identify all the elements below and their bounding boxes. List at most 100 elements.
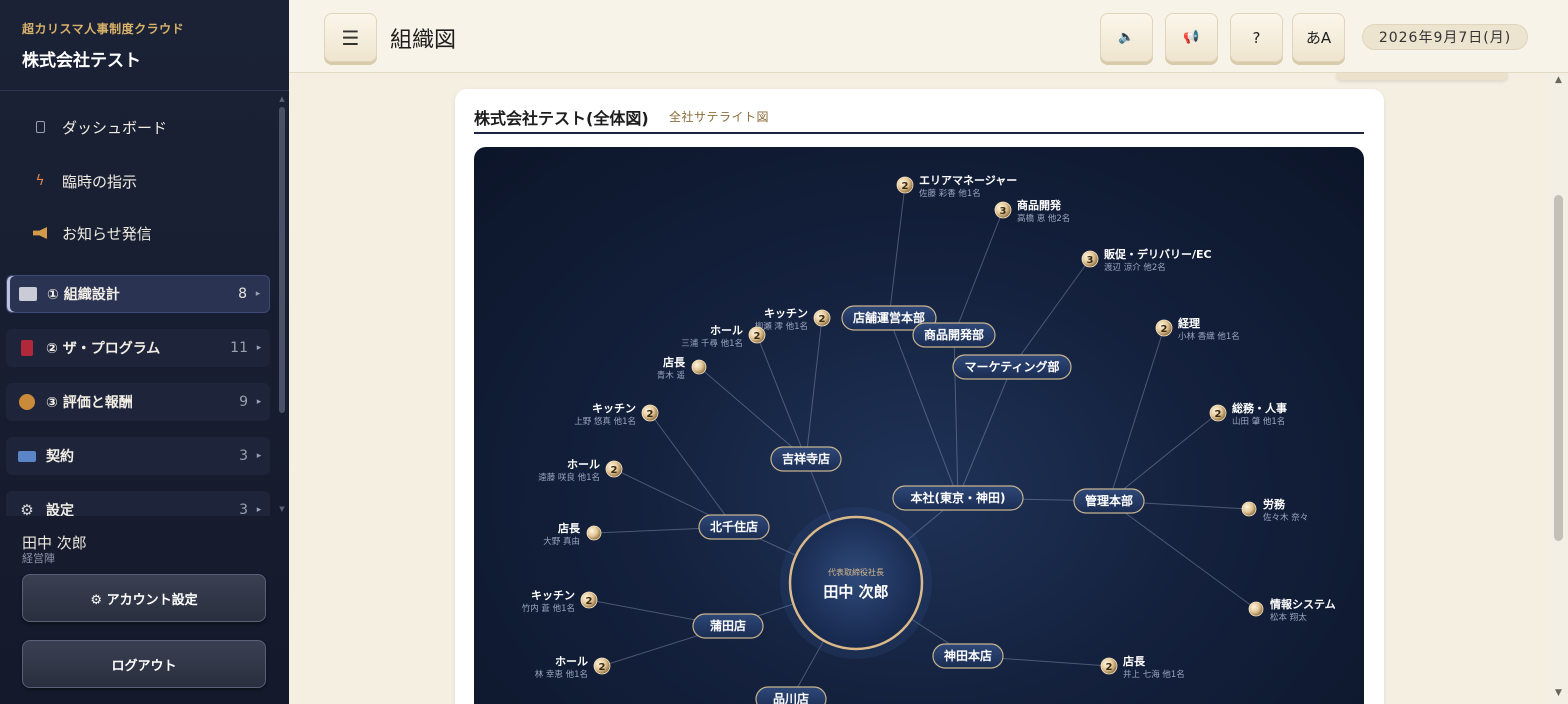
leaf-node[interactable]: 2 ホール三浦 千尋 他1名: [681, 324, 766, 349]
ceo-name: 田中 次郎: [823, 583, 888, 601]
hub-label: 蒲田店: [710, 618, 746, 633]
leaf-title: キッチン: [764, 307, 808, 320]
section-settings[interactable]: ⚙ 設定 3 ▸: [6, 491, 270, 516]
leaf-members: 林 幸恵 他1名: [535, 669, 588, 680]
leaf-members: 松本 翔太: [1270, 612, 1307, 623]
megaphone-icon: [24, 227, 56, 239]
sidebar: 超カリスマ人事制度クラウド 株式会社テスト ダッシュボード ϟ 臨時の指示 お知…: [0, 0, 289, 704]
main-scrollbar[interactable]: ▲ ▼: [1549, 73, 1568, 704]
nav-item-label: お知らせ発信: [62, 224, 152, 243]
logout-button[interactable]: ログアウト: [22, 640, 266, 688]
member-count: 2: [611, 465, 618, 476]
hub-kanda[interactable]: 神田本店: [932, 643, 1004, 669]
nav-item-dashboard[interactable]: ダッシュボード: [22, 112, 167, 142]
sound-button[interactable]: 🔈: [1100, 13, 1153, 62]
compass-icon: [19, 394, 35, 410]
scroll-up-arrow[interactable]: ▲: [278, 95, 286, 103]
nav-item-announcements[interactable]: お知らせ発信: [22, 218, 152, 248]
section-count: 9: [239, 394, 248, 410]
sidebar-scroll-thumb[interactable]: [279, 107, 285, 413]
hub-kichijoji[interactable]: 吉祥寺店: [770, 446, 842, 472]
page-title: 組織図: [390, 28, 457, 53]
leaf-node[interactable]: 店長大野 真由: [543, 521, 602, 547]
leaf-title: ホール: [555, 655, 588, 668]
connector-line: [756, 334, 807, 460]
menu-button[interactable]: ☰: [324, 13, 377, 62]
chevron-right-icon: ▸: [256, 343, 262, 353]
section-evaluation[interactable]: ③ 評価と報酬 9 ▸: [6, 383, 270, 421]
leaf-node[interactable]: 2 ホール遠藤 咲良 他1名: [538, 458, 623, 483]
leaf-node[interactable]: 2 キッチン上野 悠真 他1名: [574, 402, 659, 427]
leaf-title: ホール: [710, 324, 743, 337]
sidebar-scrollbar[interactable]: ▲ ▼: [278, 95, 286, 513]
section-label: ③ 評価と報酬: [46, 395, 133, 411]
section-label: 契約: [46, 449, 74, 465]
font-size-button[interactable]: あA: [1292, 13, 1345, 62]
building-icon: [24, 121, 56, 133]
hub-kitasenju[interactable]: 北千住店: [698, 514, 770, 540]
section-label: ① 組織設計: [47, 287, 120, 303]
member-count-ball: [1241, 501, 1257, 517]
section-contracts[interactable]: 契約 3 ▸: [6, 437, 270, 475]
hub-kamata[interactable]: 蒲田店: [692, 613, 764, 639]
section-label: 設定: [46, 503, 74, 516]
connector-line: [805, 317, 823, 460]
hub-label: 商品開発部: [924, 327, 984, 342]
leaf-node[interactable]: 店長青木 遥: [657, 355, 707, 381]
hub-honsha[interactable]: 本社(東京・神田): [892, 485, 1024, 511]
leaf-node[interactable]: 2 経理小林 香織 他1名: [1155, 316, 1240, 342]
leaf-title: キッチン: [592, 402, 636, 415]
scroll-down-arrow[interactable]: ▼: [1553, 688, 1564, 698]
brand: 超カリスマ人事制度クラウド 株式会社テスト: [0, 0, 289, 91]
account-settings-button[interactable]: ⚙ アカウント設定: [22, 574, 266, 622]
hub-label: 北千住店: [710, 519, 758, 534]
leaf-node[interactable]: 情報システム松本 翔太: [1248, 597, 1336, 623]
leaf-node[interactable]: 2 店長井上 七海 他1名: [1100, 654, 1185, 680]
leaf-node[interactable]: 3 商品開発高橋 恵 他2名: [994, 198, 1070, 224]
connector-line: [698, 366, 807, 460]
hub-kanri[interactable]: 管理本部: [1073, 488, 1145, 514]
main-scroll-thumb[interactable]: [1554, 195, 1563, 541]
scroll-down-arrow[interactable]: ▼: [278, 505, 286, 513]
satellite-org-chart: 代表取締役社長 田中 次郎 店舗運営本部商品開発部マーケティング部吉祥寺店本社(東京…: [474, 147, 1364, 704]
leaf-title: 労務: [1263, 497, 1286, 511]
leaf-node[interactable]: 2 ホール林 幸恵 他1名: [535, 655, 611, 680]
card-icon: [18, 450, 36, 462]
scroll-up-arrow[interactable]: ▲: [1553, 75, 1564, 85]
leaf-node[interactable]: 3 販促・デリバリー/EC渡辺 涼介 他2名: [1081, 247, 1212, 273]
leaf-title: キッチン: [531, 589, 575, 602]
hub-label: 神田本店: [944, 648, 992, 663]
dropdown-edge: [1336, 73, 1508, 80]
sidebar-nav: ダッシュボード ϟ 臨時の指示 お知らせ発信 ① 組織設計 8 ▸ ② ザ・プロ…: [0, 91, 289, 516]
leaf-title: 店長: [558, 521, 581, 535]
leaf-node[interactable]: 労務佐々木 奈々: [1241, 497, 1308, 523]
chevron-right-icon: ▸: [256, 505, 262, 515]
leaf-node[interactable]: 2 総務・人事山田 肇 他1名: [1209, 401, 1287, 427]
section-label: ② ザ・プログラム: [46, 341, 161, 357]
ceo-node[interactable]: 代表取締役社長田中 次郎: [780, 507, 932, 659]
org-chart-svg: 代表取締役社長田中 次郎 店舗運営本部商品開発部マーケティング部吉祥寺店本社(東京…: [522, 174, 1336, 704]
member-count: 3: [1087, 255, 1094, 266]
hub-shinagawa[interactable]: 品川店: [755, 686, 827, 704]
leaf-node[interactable]: 2 エリアマネージャー佐藤 彩香 他1名: [896, 174, 1017, 199]
leaf-node[interactable]: 2キッチン柳瀬 澪 他1名: [755, 307, 831, 332]
help-button[interactable]: ?: [1230, 13, 1283, 62]
hub-marketing[interactable]: マーケティング部: [952, 354, 1072, 380]
hub-label: 吉祥寺店: [782, 451, 830, 466]
leaf-node[interactable]: 2 キッチン竹内 蒼 他1名: [522, 589, 598, 614]
bolt-icon: ϟ: [35, 173, 45, 189]
member-count: 2: [1161, 324, 1168, 335]
connector-line: [1011, 258, 1091, 368]
card-subtitle: 全社サテライト図: [669, 110, 770, 124]
hub-shohin[interactable]: 商品開発部: [912, 322, 996, 348]
book-icon: [21, 340, 33, 356]
hub-label: 店舗運営本部: [853, 310, 925, 325]
section-the-program[interactable]: ② ザ・プログラム 11 ▸: [6, 329, 270, 367]
nav-item-instructions[interactable]: ϟ 臨時の指示: [22, 166, 137, 196]
notify-button[interactable]: 📢: [1165, 13, 1218, 62]
brand-subtitle: 超カリスマ人事制度クラウド: [22, 22, 185, 36]
section-count: 3: [239, 448, 248, 464]
leaf-members: 山田 肇 他1名: [1232, 416, 1285, 427]
leaf-members: 渡辺 涼介 他2名: [1104, 262, 1166, 273]
section-org-design[interactable]: ① 組織設計 8 ▸: [6, 275, 270, 313]
